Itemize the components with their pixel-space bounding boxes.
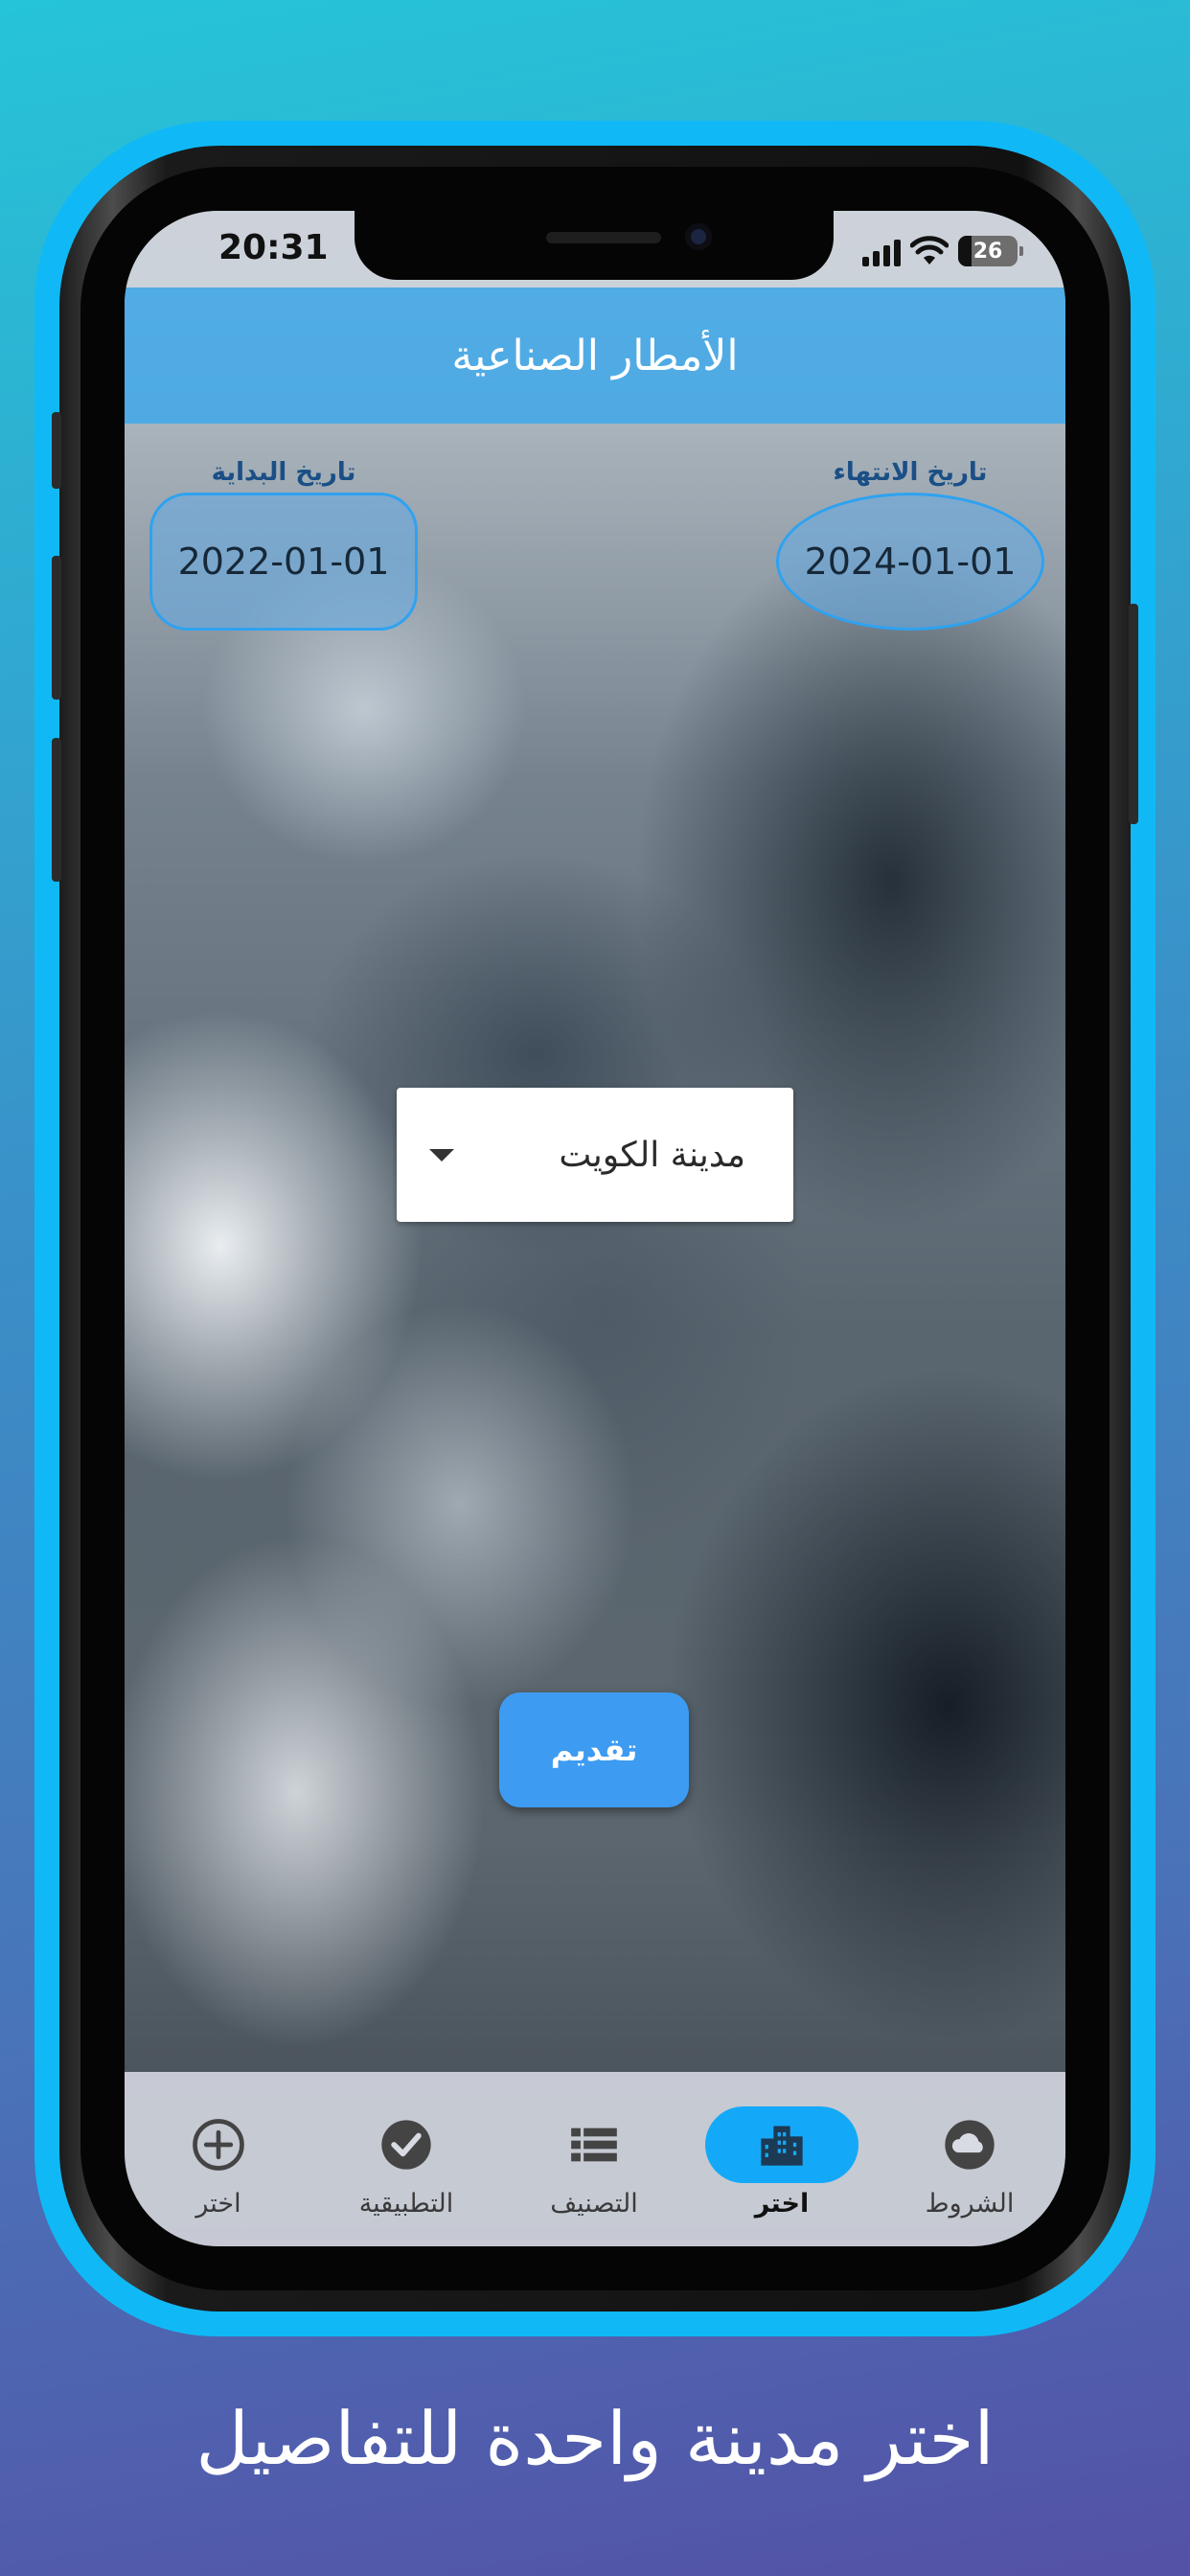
nav-icon-container <box>330 2106 483 2183</box>
start-date-picker[interactable]: 2022-01-01 <box>149 493 418 631</box>
cellular-signal-icon <box>862 238 901 266</box>
bottom-navigation: الشروط اختر التصنيف التطبيقية اختر <box>125 2072 1065 2246</box>
nav-icon-container <box>142 2106 295 2183</box>
battery-level: 26 <box>973 239 1003 264</box>
front-camera <box>685 223 712 250</box>
end-date-label: تاريخ الانتهاء <box>833 458 988 487</box>
nav-label: اختر <box>195 2189 241 2219</box>
cloud-icon <box>945 2120 995 2170</box>
end-date-picker[interactable]: 2024-01-01 <box>776 493 1044 631</box>
app-bar: الأمطار الصناعية <box>125 288 1065 424</box>
check-circle-icon <box>381 2120 431 2170</box>
city-dropdown-value: مدينة الكويت <box>559 1135 745 1175</box>
list-icon <box>571 2128 617 2162</box>
nav-item-choose-city[interactable]: اختر <box>688 2072 876 2246</box>
nav-icon-container <box>705 2106 858 2183</box>
end-date-group: تاريخ الانتهاء 2024-01-01 <box>776 458 1044 631</box>
chevron-down-icon <box>429 1148 454 1162</box>
nav-item-conditions[interactable]: الشروط <box>876 2072 1064 2246</box>
nav-item-applied[interactable]: التطبيقية <box>312 2072 500 2246</box>
nav-icon-container <box>517 2106 671 2183</box>
volume-down-button <box>52 738 61 882</box>
power-button <box>1129 604 1138 824</box>
city-dropdown[interactable]: مدينة الكويت <box>397 1088 793 1222</box>
battery-icon: 26 <box>958 236 1023 266</box>
nav-label: التطبيقية <box>358 2189 454 2219</box>
nav-item-choose-add[interactable]: اختر <box>125 2072 312 2246</box>
notch <box>355 211 834 280</box>
nav-label: الشروط <box>925 2189 1015 2219</box>
promo-caption: اختر مدينة واحدة للتفاصيل <box>195 2396 995 2481</box>
start-date-group: تاريخ البداية 2022-01-01 <box>149 458 418 631</box>
volume-up-button <box>52 556 61 700</box>
speaker-grille <box>546 232 661 243</box>
wifi-icon <box>910 236 949 264</box>
add-circle-icon <box>193 2119 244 2171</box>
start-date-label: تاريخ البداية <box>211 458 356 487</box>
nav-icon-container <box>893 2106 1046 2183</box>
nav-label: التصنيف <box>550 2189 638 2219</box>
city-icon <box>761 2126 803 2166</box>
nav-label: اختر <box>754 2189 810 2219</box>
status-time: 20:31 <box>218 228 329 267</box>
submit-button[interactable]: تقديم <box>499 1692 689 1807</box>
status-indicators: 26 <box>862 232 1023 266</box>
page-title: الأمطار الصناعية <box>451 331 739 380</box>
nav-item-classification[interactable]: التصنيف <box>500 2072 688 2246</box>
mute-switch <box>52 412 61 489</box>
phone-screen: 20:31 26 الأمطار الصناعية تاريخ البداية … <box>125 211 1065 2246</box>
